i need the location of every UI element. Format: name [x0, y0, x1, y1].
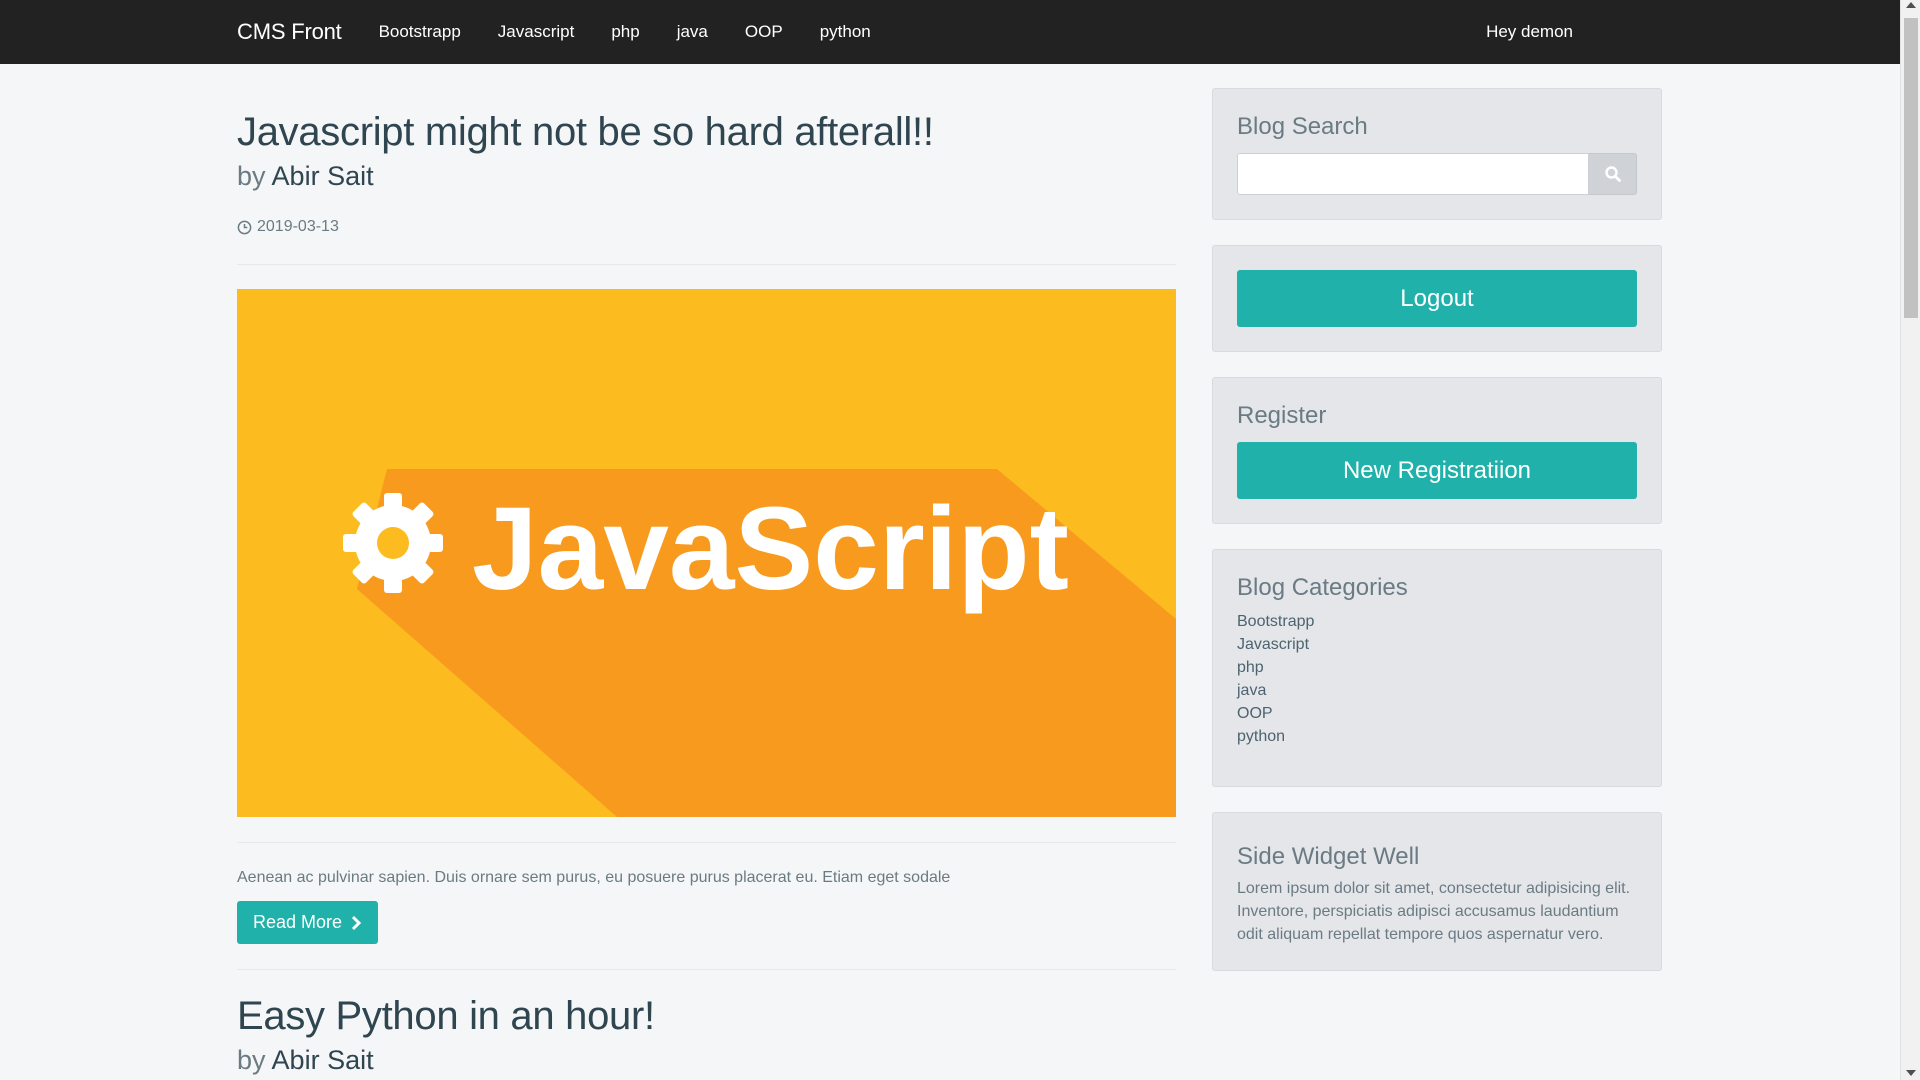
- register-title: Register: [1237, 402, 1327, 429]
- post-date: 2019-03-13: [237, 218, 1176, 236]
- chevron-right-icon: [351, 915, 362, 930]
- search-row: [1237, 153, 1637, 195]
- nav-link-bootstrapp[interactable]: Bootstrapp: [379, 22, 461, 42]
- category-link-javascript[interactable]: Javascript: [1237, 633, 1637, 656]
- divider: [237, 842, 1176, 843]
- divider: [237, 264, 1176, 265]
- nav-links: Bootstrapp Javascript php java OOP pytho…: [379, 22, 908, 42]
- new-registration-button[interactable]: New Registratiion: [1237, 442, 1637, 499]
- post-byline: by Abir Sait: [237, 1042, 1176, 1078]
- logout-button[interactable]: Logout: [1237, 270, 1637, 327]
- byline-prefix: by: [237, 161, 266, 191]
- side-widget-well: Side Widget Well Lorem ipsum dolor sit a…: [1212, 812, 1662, 971]
- gear-icon: [343, 493, 443, 593]
- banner-text: JavaScript: [472, 483, 1069, 615]
- sidebar: Blog Search Logout Register New Registra…: [1212, 88, 1662, 996]
- post-title[interactable]: Easy Python in an hour!: [237, 992, 1176, 1040]
- vertical-scrollbar[interactable]: [1900, 0, 1920, 1080]
- nav-link-java[interactable]: java: [677, 22, 708, 42]
- byline-prefix: by: [237, 1045, 266, 1075]
- logout-well: Logout: [1212, 245, 1662, 352]
- nav-link-oop[interactable]: OOP: [745, 22, 783, 42]
- post-title[interactable]: Javascript might not be so hard afterall…: [237, 108, 1176, 156]
- author-link[interactable]: Abir Sait: [272, 1045, 374, 1075]
- register-well: Register New Registratiion: [1212, 377, 1662, 524]
- category-link-bootstrapp[interactable]: Bootstrapp: [1237, 610, 1637, 633]
- divider: [237, 969, 1176, 970]
- search-button[interactable]: [1589, 153, 1637, 195]
- nav-link-php[interactable]: php: [611, 22, 639, 42]
- javascript-banner-image: JavaScript: [237, 289, 1176, 817]
- scroll-down-arrow-icon[interactable]: [1906, 1070, 1916, 1076]
- blog-categories-title: Blog Categories: [1237, 574, 1408, 601]
- read-more-button[interactable]: Read More: [237, 901, 379, 944]
- category-list: Bootstrapp Javascript php java OOP pytho…: [1237, 610, 1637, 762]
- category-link-python[interactable]: python: [1237, 725, 1637, 748]
- brand-link[interactable]: CMS Front: [237, 19, 342, 45]
- post-excerpt: Aenean ac pulvinar sapien. Duis ornare s…: [237, 869, 951, 886]
- category-link-java[interactable]: java: [1237, 679, 1637, 702]
- nav-link-python[interactable]: python: [820, 22, 871, 42]
- user-greeting[interactable]: Hey demon: [1486, 0, 1573, 64]
- top-navbar: CMS Front Bootstrapp Javascript php java…: [0, 0, 1900, 64]
- blog-categories-well: Blog Categories Bootstrapp Javascript ph…: [1212, 549, 1662, 787]
- category-link-php[interactable]: php: [1237, 656, 1637, 679]
- blog-search-title: Blog Search: [1237, 113, 1368, 140]
- post-image[interactable]: JavaScript: [237, 289, 1176, 817]
- scroll-up-arrow-icon[interactable]: [1906, 2, 1916, 8]
- search-icon: [1604, 166, 1621, 182]
- author-link[interactable]: Abir Sait: [272, 161, 374, 191]
- nav-link-javascript[interactable]: Javascript: [498, 22, 575, 42]
- side-widget-text: Lorem ipsum dolor sit amet, consectetur …: [1237, 880, 1631, 943]
- side-widget-title: Side Widget Well: [1237, 843, 1420, 870]
- category-link-oop[interactable]: OOP: [1237, 702, 1637, 725]
- post-byline: by Abir Sait: [237, 158, 1176, 194]
- main-column: Javascript might not be so hard afterall…: [237, 64, 1176, 1078]
- search-input[interactable]: [1237, 153, 1589, 195]
- blog-search-well: Blog Search: [1212, 88, 1662, 220]
- scroll-thumb[interactable]: [1904, 18, 1918, 318]
- read-more-label: Read More: [253, 912, 343, 932]
- post-date-text: 2019-03-13: [257, 218, 339, 235]
- clock-icon: [237, 220, 252, 234]
